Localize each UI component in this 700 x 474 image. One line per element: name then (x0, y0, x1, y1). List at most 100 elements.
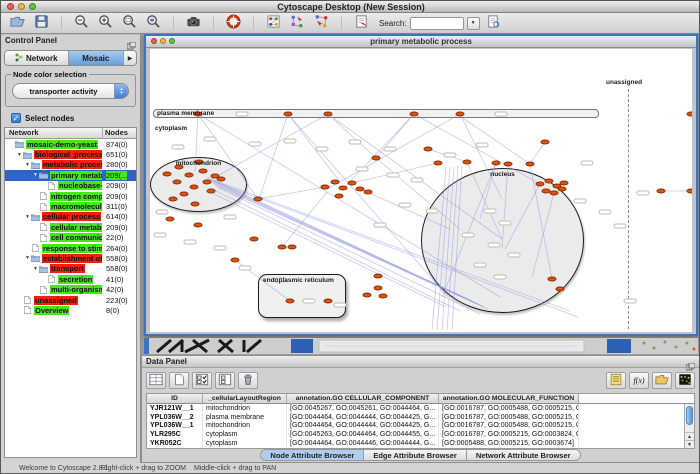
graph-node-small[interactable] (581, 161, 594, 166)
more-tabs-button[interactable]: ▶ (124, 51, 136, 65)
graph-node-small[interactable] (411, 178, 424, 183)
apply-layout-a-button[interactable] (287, 14, 308, 32)
graph-node[interactable] (278, 245, 287, 250)
graph-node[interactable] (250, 237, 259, 242)
graph-node-small[interactable] (399, 203, 412, 208)
graph-node[interactable] (687, 189, 693, 194)
graph-node[interactable] (410, 112, 419, 117)
graph-node[interactable] (548, 277, 557, 282)
attribute-notes-button[interactable] (606, 372, 626, 389)
graph-node[interactable] (194, 223, 203, 228)
tree-header-network[interactable]: Network (5, 128, 102, 138)
tree-item-nitrogen-compo[interactable]: nitrogen compo209(0) (5, 191, 136, 201)
expand-arrow-icon[interactable]: ▼ (16, 152, 23, 158)
scroll-up-arrow[interactable]: ▲ (685, 432, 694, 440)
graph-node-small[interactable] (499, 221, 512, 226)
network-canvas[interactable]: plasma membranecytoplasmmitochondrionnuc… (150, 49, 692, 332)
scroll-down-arrow[interactable]: ▼ (685, 440, 694, 448)
tree-item-response-to-stimulu[interactable]: response to stimulu264(0) (5, 243, 136, 253)
graph-node[interactable] (199, 169, 208, 174)
graph-node-small[interactable] (172, 145, 185, 150)
graph-node-small[interactable] (316, 147, 329, 152)
graph-node-small[interactable] (356, 167, 369, 172)
graph-node[interactable] (163, 172, 172, 177)
graph-node-small[interactable] (488, 243, 501, 248)
graph-node[interactable] (169, 197, 178, 202)
table-row[interactable]: YJR121W__1mitochondrion[GO:0045267, GO:0… (147, 404, 694, 413)
layout-settings-button[interactable] (263, 14, 284, 32)
select-attributes-button[interactable] (146, 372, 166, 389)
graph-node-small[interactable] (574, 199, 587, 204)
graph-node-small[interactable] (508, 253, 521, 258)
graph-node[interactable] (556, 287, 565, 292)
graph-node[interactable] (324, 112, 333, 117)
graph-node-small[interactable] (334, 303, 347, 308)
zoom-out-button[interactable] (71, 14, 92, 32)
graph-node-small[interactable] (624, 299, 637, 304)
zoom-selected-button[interactable] (143, 14, 164, 32)
attribute-matrix-button[interactable] (675, 372, 695, 389)
table-vertical-scrollbar[interactable]: ▲ ▼ (684, 404, 694, 448)
graph-node[interactable] (374, 274, 383, 279)
tree-item-establishment-of-lo[interactable]: ▼establishment of lo558(0) (5, 253, 136, 263)
zoom-in-button[interactable] (95, 14, 116, 32)
graph-node-small[interactable] (387, 173, 400, 178)
graph-node-small[interactable] (599, 210, 612, 215)
graph-node[interactable] (324, 299, 333, 304)
graph-node-small[interactable] (349, 140, 362, 145)
float-panel-icon[interactable] (127, 37, 136, 45)
graph-node-small[interactable] (614, 224, 627, 229)
graph-node[interactable] (657, 189, 666, 194)
tab-network-attribute-browser[interactable]: Network Attribute Browser (467, 450, 580, 460)
graph-node[interactable] (560, 181, 569, 186)
help-button[interactable] (223, 14, 244, 32)
graph-node-small[interactable] (249, 142, 262, 147)
graph-node[interactable] (372, 156, 381, 161)
function-builder-button[interactable]: f(x) (629, 372, 649, 389)
graph-node[interactable] (434, 161, 443, 166)
graph-node-small[interactable] (156, 210, 169, 215)
graph-node[interactable] (504, 162, 513, 167)
expand-arrow-icon[interactable]: ▼ (24, 162, 31, 168)
select-nodes-checkbox[interactable]: ✓ (11, 113, 21, 123)
graph-node-small[interactable] (444, 153, 457, 158)
select-all-attributes-button[interactable] (192, 372, 212, 389)
graph-node[interactable] (379, 294, 388, 299)
tree-item-overview[interactable]: Overview8(0) (5, 305, 136, 315)
graph-node[interactable] (190, 185, 199, 190)
graph-node[interactable] (687, 112, 693, 117)
graph-node[interactable] (180, 192, 189, 197)
search-input[interactable] (410, 17, 464, 30)
tab-node-attribute-browser[interactable]: Node Attribute Browser (261, 450, 364, 460)
tree-item-unassigned[interactable]: unassigned223(0) (5, 295, 136, 305)
graph-node-small[interactable] (224, 215, 237, 220)
graph-node[interactable] (536, 182, 545, 187)
advanced-search-button[interactable] (483, 14, 504, 32)
graph-node-small[interactable] (154, 233, 167, 238)
scrollbar-thumb[interactable] (686, 406, 693, 425)
expand-arrow-icon[interactable]: ▼ (24, 255, 31, 261)
graph-node[interactable] (231, 258, 240, 263)
graph-node[interactable] (558, 187, 567, 192)
table-row[interactable]: YLR295Ccytoplasm[GO:0045263, GO:0044464,… (147, 430, 694, 439)
table-row[interactable]: YKR052Ccytoplasm[GO:0044464, GO:0044446,… (147, 439, 694, 448)
tree-item-metabolic-process[interactable]: ▼metabolic process280(0) (5, 160, 136, 170)
network-view-titlebar[interactable]: primary metabolic process (146, 36, 696, 48)
graph-node[interactable] (331, 180, 340, 185)
column-header-cellularlayoutregion[interactable]: _cellularLayoutRegion (203, 394, 287, 403)
snapshot-button[interactable] (183, 14, 204, 32)
table-row[interactable]: YPL036W__2plasma membrane[GO:0044464, GO… (147, 413, 694, 422)
tree-item-primary-metabo[interactable]: ▼primary metabo209(... (5, 170, 136, 180)
graph-node-small[interactable] (474, 263, 487, 268)
graph-node[interactable] (254, 197, 263, 202)
graph-node-small[interactable] (384, 147, 397, 152)
graph-node[interactable] (335, 194, 344, 199)
tree-item-nucleobase[interactable]: nucleobase-209(0) (5, 181, 136, 191)
graph-node[interactable] (173, 180, 182, 185)
graph-node[interactable] (492, 161, 501, 166)
graph-node[interactable] (541, 140, 550, 145)
graph-node[interactable] (185, 173, 194, 178)
graph-node[interactable] (191, 202, 200, 207)
graph-node[interactable] (321, 185, 330, 190)
graph-node[interactable] (348, 181, 357, 186)
